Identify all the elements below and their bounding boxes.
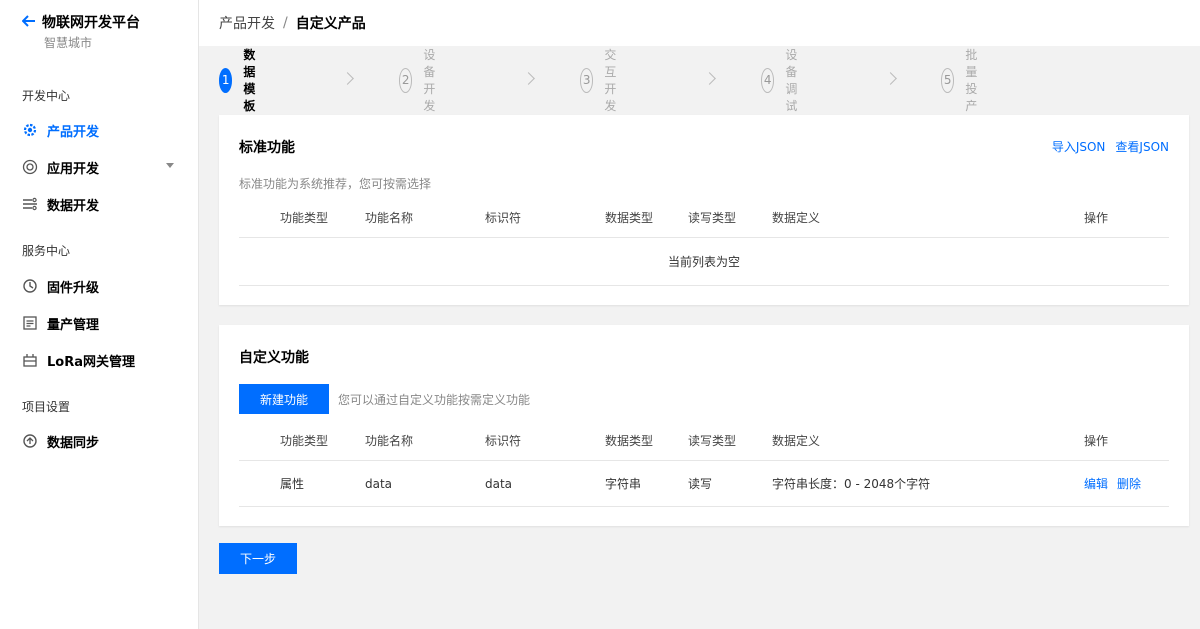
sidebar-item-app-dev[interactable]: 应用开发 xyxy=(22,155,182,179)
table-row: 属性 data data 字符串 读写 字符串长度：0 - 2048个字符 编辑… xyxy=(239,461,1169,507)
cell-data-type: 字符串 xyxy=(605,477,642,491)
column-header: 数据定义 xyxy=(772,434,821,448)
chevron-right-icon xyxy=(341,72,354,85)
sidebar-item-label: 量产管理 xyxy=(47,317,100,333)
step-device-debug[interactable]: 4 设备调试 xyxy=(761,48,809,113)
step-label: 批量投产 xyxy=(965,48,978,113)
cell-rw-type: 读写 xyxy=(688,477,713,491)
empty-state: 当前列表为空 xyxy=(239,238,1169,286)
cell-identifier: data xyxy=(485,476,513,491)
custom-functions-card: 自定义功能 新建功能 您可以通过自定义功能按需定义功能 功能类型 功能名称 标识… xyxy=(219,325,1189,526)
group-label-service-center: 服务中心 xyxy=(22,244,71,258)
column-header: 操作 xyxy=(1084,211,1109,225)
column-header: 功能名称 xyxy=(365,434,414,448)
step-label: 交互开发 xyxy=(604,48,617,113)
arrow-left-icon[interactable] xyxy=(21,14,36,32)
list-icon xyxy=(22,315,38,331)
view-json-link[interactable]: 查看JSON xyxy=(1115,138,1169,155)
sidebar-item-mass-production[interactable]: 量产管理 xyxy=(22,311,182,335)
group-label-dev-center: 开发中心 xyxy=(22,89,71,103)
data-flow-icon xyxy=(22,196,38,212)
json-actions: 导入JSON 查看JSON xyxy=(1052,138,1169,155)
edit-link[interactable]: 编辑 xyxy=(1084,475,1108,492)
step-number: 2 xyxy=(399,67,413,93)
new-function-button[interactable]: 新建功能 xyxy=(239,384,329,414)
gear-icon xyxy=(22,122,38,138)
sidebar: 物联网开发平台 智慧城市 开发中心 产品开发 应用开发 数据开发 服务中心 固件… xyxy=(0,0,199,629)
import-json-link[interactable]: 导入JSON xyxy=(1052,138,1106,155)
column-header: 数据定义 xyxy=(772,211,821,225)
cell-function-name: data xyxy=(365,476,393,491)
card-title: 标准功能 xyxy=(239,140,295,156)
column-header: 数据类型 xyxy=(605,211,654,225)
breadcrumb-separator: / xyxy=(283,15,288,31)
column-header: 读写类型 xyxy=(688,434,737,448)
firmware-icon xyxy=(22,278,38,294)
caret-down-icon[interactable] xyxy=(166,163,174,168)
breadcrumb-parent[interactable]: 产品开发 xyxy=(219,13,275,33)
next-step-button[interactable]: 下一步 xyxy=(219,543,297,574)
sync-icon xyxy=(22,433,38,449)
delete-link[interactable]: 删除 xyxy=(1117,475,1141,492)
sidebar-item-data-sync[interactable]: 数据同步 xyxy=(22,429,182,453)
step-label: 设备调试 xyxy=(785,48,798,113)
new-function-hint: 您可以通过自定义功能按需定义功能 xyxy=(338,393,531,407)
step-number: 3 xyxy=(580,67,594,93)
brand: 物联网开发平台 智慧城市 xyxy=(21,14,140,51)
column-header: 功能类型 xyxy=(280,211,329,225)
step-interaction-dev[interactable]: 3 交互开发 xyxy=(580,48,628,113)
step-mass-production[interactable]: 5 批量投产 xyxy=(941,48,989,113)
custom-functions-table: 功能类型 功能名称 标识符 数据类型 读写类型 数据定义 操作 属性 data … xyxy=(239,421,1169,507)
table-header: 功能类型 功能名称 标识符 数据类型 读写类型 数据定义 操作 xyxy=(239,421,1169,461)
sidebar-item-label: 数据开发 xyxy=(47,198,100,214)
step-number: 1 xyxy=(219,67,233,93)
column-header: 功能名称 xyxy=(365,211,414,225)
table-header: 功能类型 功能名称 标识符 数据类型 读写类型 数据定义 操作 xyxy=(239,198,1169,238)
column-header: 标识符 xyxy=(485,211,522,225)
sidebar-item-label: 固件升级 xyxy=(47,280,100,296)
project-name: 智慧城市 xyxy=(44,36,93,50)
sidebar-item-product-dev[interactable]: 产品开发 xyxy=(22,118,182,142)
cell-data-definition: 字符串长度：0 - 2048个字符 xyxy=(772,477,931,491)
step-number: 4 xyxy=(761,67,775,93)
breadcrumb: 产品开发 / 自定义产品 xyxy=(199,0,1200,46)
gateway-icon xyxy=(22,352,38,368)
sidebar-item-firmware[interactable]: 固件升级 xyxy=(22,274,182,298)
sidebar-item-label: 应用开发 xyxy=(47,161,100,177)
step-number: 5 xyxy=(941,67,955,93)
sidebar-item-lora-gateway[interactable]: LoRa网关管理 xyxy=(22,348,182,372)
column-header: 操作 xyxy=(1084,434,1109,448)
chevron-right-icon xyxy=(703,72,716,85)
cell-function-type: 属性 xyxy=(280,477,305,491)
card-title: 自定义功能 xyxy=(239,350,309,366)
app-title: 物联网开发平台 xyxy=(42,15,140,31)
standard-functions-table: 功能类型 功能名称 标识符 数据类型 读写类型 数据定义 操作 当前列表为空 xyxy=(239,198,1169,286)
step-data-template[interactable]: 1 数据模板 xyxy=(219,48,267,113)
card-description: 标准功能为系统推荐，您可按需选择 xyxy=(239,177,432,191)
breadcrumb-current: 自定义产品 xyxy=(295,16,366,32)
step-device-dev[interactable]: 2 设备开发 xyxy=(399,48,447,113)
group-label-project-settings: 项目设置 xyxy=(22,400,71,414)
standard-functions-card: 标准功能 导入JSON 查看JSON 标准功能为系统推荐，您可按需选择 功能类型… xyxy=(219,115,1189,305)
sidebar-item-label: 数据同步 xyxy=(47,435,100,451)
cell-operations: 编辑 删除 xyxy=(1084,461,1141,506)
sidebar-item-label: LoRa网关管理 xyxy=(47,354,135,370)
column-header: 标识符 xyxy=(485,434,522,448)
app-icon xyxy=(22,159,38,175)
step-label: 设备开发 xyxy=(423,48,436,113)
chevron-right-icon xyxy=(884,72,897,85)
sidebar-item-data-dev[interactable]: 数据开发 xyxy=(22,192,182,216)
column-header: 功能类型 xyxy=(280,434,329,448)
column-header: 读写类型 xyxy=(688,211,737,225)
step-label: 数据模板 xyxy=(243,48,256,113)
column-header: 数据类型 xyxy=(605,434,654,448)
sidebar-item-label: 产品开发 xyxy=(47,124,100,140)
chevron-right-icon xyxy=(522,72,535,85)
